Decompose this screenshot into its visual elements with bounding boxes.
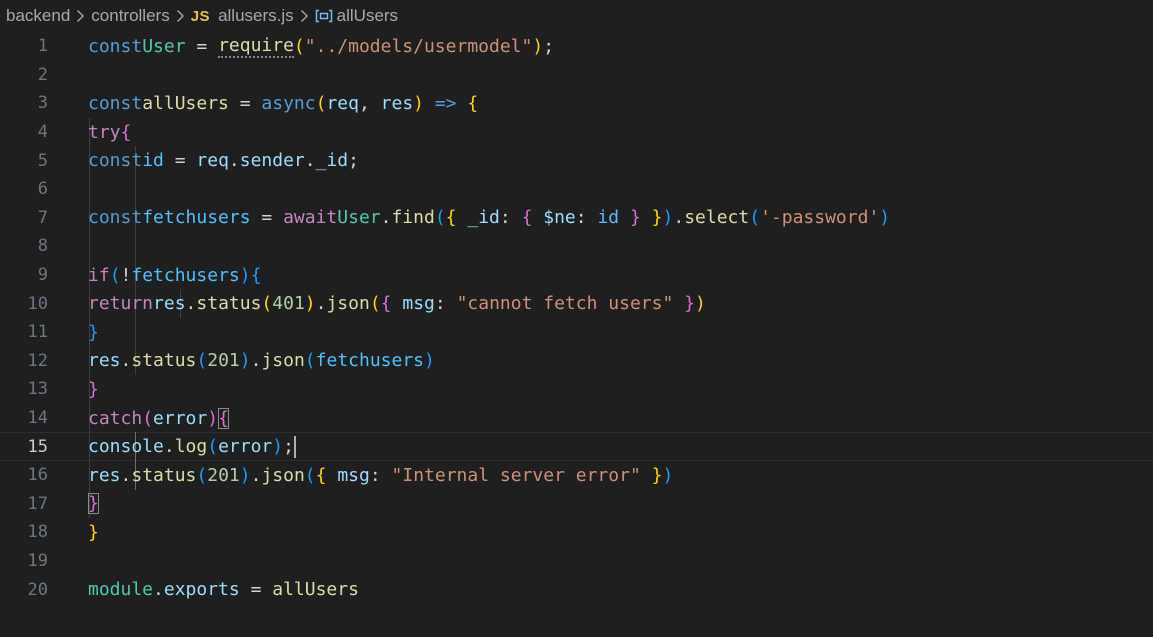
line-number: 2: [37, 64, 48, 85]
code-line[interactable]: 18 }: [0, 518, 1153, 547]
code-text[interactable]: return res. status(401). json({ msg: "cann…: [88, 289, 706, 318]
line-number: 9: [37, 265, 48, 286]
code-text[interactable]: const id = req. sender. _id;: [88, 146, 359, 175]
indent-guide: [135, 232, 136, 261]
breadcrumb: backend controllers JS allusers.js allUs…: [0, 0, 398, 32]
line-number: 12: [27, 350, 48, 371]
breadcrumb-symbol[interactable]: allUsers: [337, 6, 398, 26]
line-number: 3: [37, 93, 48, 114]
code-line[interactable]: 16 res. status(201). json({ msg: "Internal…: [0, 460, 1153, 490]
line-number: 8: [37, 236, 48, 257]
code-text[interactable]: res. status(201). json(fetchusers): [88, 347, 435, 376]
line-number: 5: [37, 150, 48, 171]
chevron-right-icon: [300, 9, 309, 23]
indent-guide: [135, 317, 136, 347]
line-number: 19: [27, 550, 48, 571]
code-text[interactable]: res. status(201). json({ msg: "Internal se…: [88, 461, 673, 490]
code-line[interactable]: 9 if (! fetchusers) {: [0, 260, 1153, 290]
line-number: 7: [37, 207, 48, 228]
line-number: 17: [27, 493, 48, 514]
indent-guide: [89, 232, 90, 261]
code-text[interactable]: const User = require("../models/usermode…: [88, 32, 554, 61]
code-text[interactable]: }: [88, 518, 99, 547]
code-text[interactable]: }: [88, 375, 99, 404]
code-text[interactable]: module. exports = allUsers: [88, 575, 359, 604]
line-number: 14: [27, 408, 48, 429]
line-number: 16: [27, 465, 48, 486]
breadcrumb-folder-controllers[interactable]: controllers: [91, 6, 169, 26]
line-number: 1: [37, 36, 48, 57]
line-number: 4: [37, 122, 48, 143]
code-text[interactable]: if (! fetchusers) {: [88, 261, 261, 290]
code-text[interactable]: catch (error) {: [88, 404, 229, 433]
code-line[interactable]: 12 res. status(201). json(fetchusers): [0, 346, 1153, 376]
code-line[interactable]: 6: [0, 174, 1153, 204]
line-number: 11: [27, 322, 48, 343]
line-number: 18: [27, 522, 48, 543]
indent-guide: [89, 174, 90, 204]
code-line-current[interactable]: 15 console. log(error);: [0, 432, 1153, 461]
breadcrumb-folder-backend[interactable]: backend: [6, 6, 70, 26]
code-line[interactable]: 10 return res. status(401). json({ msg: "c…: [0, 289, 1153, 318]
text-cursor: [293, 435, 296, 458]
code-text[interactable]: }: [88, 490, 99, 519]
chevron-right-icon: [176, 9, 185, 23]
code-line[interactable]: 20 module. exports = allUsers: [0, 575, 1153, 604]
code-line[interactable]: 11 }: [0, 317, 1153, 347]
code-text[interactable]: const allUsers = async (req, res) => {: [88, 89, 478, 118]
code-line[interactable]: 2: [0, 61, 1153, 90]
line-number: 13: [27, 379, 48, 400]
code-text[interactable]: console. log(error);: [88, 432, 296, 461]
code-line[interactable]: 8: [0, 232, 1153, 261]
code-line[interactable]: 4 try {: [0, 117, 1153, 147]
javascript-file-icon: JS: [190, 7, 211, 25]
code-line[interactable]: 7 const fetchusers = await User. find({ _…: [0, 203, 1153, 233]
code-line[interactable]: 1 const User = require("../models/usermo…: [0, 32, 1153, 61]
code-text[interactable]: const fetchusers = await User. find({ _id…: [88, 204, 890, 233]
chevron-right-icon: [76, 9, 85, 23]
code-text[interactable]: try {: [88, 118, 131, 147]
code-text[interactable]: }: [88, 318, 99, 347]
line-number: 10: [27, 293, 48, 314]
code-line[interactable]: 3 const allUsers = async (req, res) => {: [0, 89, 1153, 118]
code-line[interactable]: 19: [0, 547, 1153, 576]
code-line[interactable]: 5 const id = req. sender. _id;: [0, 146, 1153, 175]
code-editor: backend controllers JS allusers.js allUs…: [0, 0, 1153, 637]
code-line[interactable]: 17 }: [0, 489, 1153, 519]
indent-guide: [135, 174, 136, 204]
line-number: 6: [37, 179, 48, 200]
code-line[interactable]: 14 catch (error) {: [0, 403, 1153, 433]
line-number: 20: [27, 579, 48, 600]
symbol-variable-icon: [315, 9, 333, 23]
line-number: 15: [27, 436, 48, 457]
breadcrumb-file[interactable]: allusers.js: [218, 6, 294, 26]
code-line[interactable]: 13 }: [0, 375, 1153, 404]
code-area[interactable]: 1 const User = require("../models/usermo…: [0, 32, 1153, 604]
